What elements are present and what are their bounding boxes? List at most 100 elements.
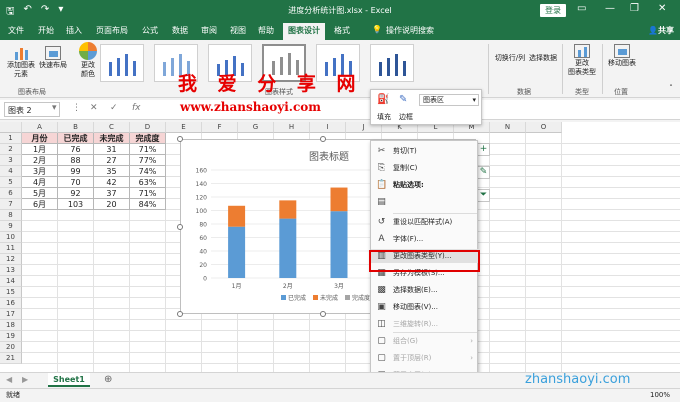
resize-handle[interactable] bbox=[320, 136, 326, 142]
table-header-cell[interactable]: 月份 bbox=[22, 133, 58, 144]
table-cell[interactable]: 84% bbox=[130, 199, 166, 210]
column-header-a[interactable]: A bbox=[22, 122, 58, 133]
sheet-tab-sheet1[interactable]: Sheet1 bbox=[48, 373, 90, 387]
menu-item-scissors[interactable]: ✂ 剪切(T) bbox=[371, 144, 479, 158]
table-cell[interactable]: 99 bbox=[58, 166, 94, 177]
table-cell[interactable]: 37 bbox=[94, 188, 130, 199]
column-header-g[interactable]: G bbox=[238, 122, 274, 133]
ribbon-display-icon[interactable]: ▭ bbox=[577, 3, 586, 14]
table-cell[interactable]: 103 bbox=[58, 199, 94, 210]
column-header-f[interactable]: F bbox=[202, 122, 238, 133]
column-header-o[interactable]: O bbox=[526, 122, 562, 133]
insert-function-icon[interactable]: fx bbox=[132, 103, 141, 113]
move-chart-button[interactable]: 移动图表 bbox=[604, 44, 640, 68]
row-header-4[interactable]: 4 bbox=[0, 166, 22, 177]
select-all-corner[interactable] bbox=[0, 122, 22, 133]
menu-item-paste[interactable]: 📋 粘贴选项: bbox=[371, 178, 479, 192]
table-cell[interactable]: 35 bbox=[94, 166, 130, 177]
table-cell[interactable]: 63% bbox=[130, 177, 166, 188]
chart-style-6[interactable] bbox=[370, 44, 414, 82]
table-header-cell[interactable]: 未完成 bbox=[94, 133, 130, 144]
resize-handle[interactable] bbox=[177, 311, 183, 317]
row-header-16[interactable]: 16 bbox=[0, 298, 22, 309]
table-cell[interactable]: 77% bbox=[130, 155, 166, 166]
row-header-18[interactable]: 18 bbox=[0, 320, 22, 331]
column-header-n[interactable]: N bbox=[490, 122, 526, 133]
tab-chart-design[interactable]: 图表设计 bbox=[283, 23, 325, 40]
table-cell[interactable]: 6月 bbox=[22, 199, 58, 210]
resize-handle[interactable] bbox=[177, 136, 183, 142]
column-header-i[interactable]: I bbox=[310, 122, 346, 133]
login-button[interactable]: 登录 bbox=[540, 4, 566, 17]
table-cell[interactable]: 92 bbox=[58, 188, 94, 199]
chart-style-1[interactable] bbox=[100, 44, 144, 82]
row-header-7[interactable]: 7 bbox=[0, 199, 22, 210]
fill-bucket-icon[interactable]: ⛽ bbox=[377, 94, 389, 105]
outline-pen-icon[interactable]: ✎ bbox=[399, 94, 407, 105]
row-header-11[interactable]: 11 bbox=[0, 243, 22, 254]
tab-format[interactable]: 格式 bbox=[334, 25, 350, 36]
maximize-icon[interactable]: ❐ bbox=[630, 3, 639, 14]
share-button[interactable]: 👤共享 bbox=[648, 25, 674, 36]
menu-item-reset-style[interactable]: ↺ 重设以匹配样式(A) bbox=[371, 215, 479, 229]
row-header-21[interactable]: 21 bbox=[0, 353, 22, 364]
change-chart-type-button[interactable]: 更改 图表类型 bbox=[564, 44, 600, 77]
tell-me-search[interactable]: 操作说明搜索 bbox=[386, 25, 434, 36]
prev-sheet-icon[interactable]: ◀ bbox=[6, 375, 12, 384]
tab-page-layout[interactable]: 页面布局 bbox=[96, 25, 128, 36]
add-sheet-icon[interactable]: ⊕ bbox=[104, 374, 112, 385]
table-cell[interactable]: 2月 bbox=[22, 155, 58, 166]
next-sheet-icon[interactable]: ▶ bbox=[22, 375, 28, 384]
column-header-b[interactable]: B bbox=[58, 122, 94, 133]
table-cell[interactable]: 20 bbox=[94, 199, 130, 210]
row-header-19[interactable]: 19 bbox=[0, 331, 22, 342]
row-header-17[interactable]: 17 bbox=[0, 309, 22, 320]
row-header-3[interactable]: 3 bbox=[0, 155, 22, 166]
table-cell[interactable]: 71% bbox=[130, 188, 166, 199]
row-header-10[interactable]: 10 bbox=[0, 232, 22, 243]
resize-handle[interactable] bbox=[320, 311, 326, 317]
resize-handle[interactable] bbox=[177, 224, 183, 230]
chart-element-dropdown[interactable]: 图表区 ▾ bbox=[419, 94, 479, 106]
tab-help[interactable]: 帮助 bbox=[258, 25, 274, 36]
column-header-c[interactable]: C bbox=[94, 122, 130, 133]
tab-insert[interactable]: 插入 bbox=[66, 25, 82, 36]
table-cell[interactable]: 74% bbox=[130, 166, 166, 177]
table-cell[interactable]: 70 bbox=[58, 177, 94, 188]
select-data-button[interactable]: 选择数据 bbox=[528, 54, 558, 63]
table-cell[interactable]: 88 bbox=[58, 155, 94, 166]
tab-home[interactable]: 开始 bbox=[38, 25, 54, 36]
switch-row-column-button[interactable]: 切换行/列 bbox=[492, 54, 528, 63]
row-header-8[interactable]: 8 bbox=[0, 210, 22, 221]
table-cell[interactable]: 42 bbox=[94, 177, 130, 188]
row-header-1[interactable]: 1 bbox=[0, 133, 22, 144]
menu-item-copy[interactable]: ⎘ 复制(C) bbox=[371, 161, 479, 175]
tab-file[interactable]: 文件 bbox=[8, 25, 24, 36]
close-icon[interactable]: ✕ bbox=[658, 3, 666, 14]
table-cell[interactable]: 71% bbox=[130, 144, 166, 155]
row-header-9[interactable]: 9 bbox=[0, 221, 22, 232]
tab-data[interactable]: 数据 bbox=[172, 25, 188, 36]
table-cell[interactable]: 76 bbox=[58, 144, 94, 155]
table-cell[interactable]: 5月 bbox=[22, 188, 58, 199]
menu-item-select-data[interactable]: ▩ 选择数据(E)... bbox=[371, 283, 479, 297]
tab-review[interactable]: 审阅 bbox=[201, 25, 217, 36]
table-cell[interactable]: 31 bbox=[94, 144, 130, 155]
zoom-level[interactable]: 100% bbox=[650, 389, 670, 402]
row-header-20[interactable]: 20 bbox=[0, 342, 22, 353]
enter-icon[interactable]: ✓ bbox=[110, 103, 118, 113]
row-header-5[interactable]: 5 bbox=[0, 177, 22, 188]
row-header-2[interactable]: 2 bbox=[0, 144, 22, 155]
table-cell[interactable]: 4月 bbox=[22, 177, 58, 188]
minimize-icon[interactable]: — bbox=[605, 3, 615, 14]
tab-view[interactable]: 视图 bbox=[230, 25, 246, 36]
tab-formulas[interactable]: 公式 bbox=[142, 25, 158, 36]
column-header-d[interactable]: D bbox=[130, 122, 166, 133]
quick-layout-button[interactable]: 快速布局 bbox=[38, 46, 68, 70]
name-box-dropdown-icon[interactable]: ▾ bbox=[52, 103, 57, 113]
row-header-15[interactable]: 15 bbox=[0, 287, 22, 298]
cancel-icon[interactable]: ✕ bbox=[90, 103, 98, 113]
row-header-6[interactable]: 6 bbox=[0, 188, 22, 199]
table-cell[interactable]: 1月 bbox=[22, 144, 58, 155]
table-cell[interactable]: 3月 bbox=[22, 166, 58, 177]
